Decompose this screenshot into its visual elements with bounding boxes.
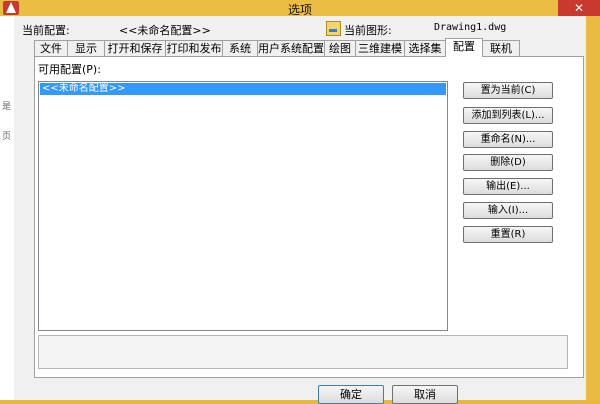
available-profiles-label: 可用配置(P): [38, 63, 101, 76]
tab-display[interactable]: 显示 [67, 40, 105, 56]
tab-files[interactable]: 文件 [34, 40, 68, 56]
tab-user-preferences[interactable]: 用户系统配置 [257, 40, 325, 56]
background-glyph: 页 [2, 132, 12, 142]
drawing-file-icon [326, 21, 341, 36]
current-drawing-label: 当前图形: [344, 24, 392, 37]
tab-selection[interactable]: 选择集 [404, 40, 446, 56]
tab-system[interactable]: 系统 [222, 40, 258, 56]
rename-button[interactable]: 重命名(N)... [463, 131, 553, 148]
close-button[interactable]: ✕ [558, 0, 600, 16]
title-bar: 选项 ✕ [0, 0, 600, 17]
current-profile-value: <<未命名配置>> [119, 24, 211, 37]
current-profile-label: 当前配置: [22, 24, 70, 37]
profiles-list[interactable]: <<未命名配置>> [38, 81, 448, 331]
background-glyph: 是 [2, 102, 12, 112]
set-current-button[interactable]: 置为当前(C) [463, 82, 553, 99]
tab-profiles[interactable]: 配置 [445, 38, 483, 57]
import-button[interactable]: 输入(I)... [463, 202, 553, 219]
profiles-panel: 可用配置(P): <<未命名配置>> 置为当前(C) 添加到列表(L)... 重… [34, 56, 584, 378]
delete-button[interactable]: 删除(D) [463, 154, 553, 171]
ok-button[interactable]: 确定 [318, 385, 384, 404]
background-window-strip: 是 页 [0, 16, 15, 400]
tab-plot-publish[interactable]: 打印和发布 [165, 40, 223, 56]
window-frame-right [586, 16, 600, 400]
add-to-list-button[interactable]: 添加到列表(L)... [463, 107, 553, 124]
current-drawing-value: Drawing1.dwg [434, 22, 507, 33]
reset-button[interactable]: 重置(R) [463, 226, 553, 243]
tab-online[interactable]: 联机 [482, 40, 520, 56]
tab-3d-modeling[interactable]: 三维建模 [355, 40, 405, 56]
tab-drafting[interactable]: 绘图 [324, 40, 356, 56]
options-dialog: 当前配置: <<未命名配置>> 当前图形: Drawing1.dwg 文件 显示… [14, 16, 586, 404]
list-item[interactable]: <<未命名配置>> [40, 83, 446, 95]
description-box [38, 335, 568, 369]
tab-open-save[interactable]: 打开和保存 [104, 40, 166, 56]
cancel-button[interactable]: 取消 [392, 385, 458, 404]
export-button[interactable]: 输出(E)... [463, 178, 553, 195]
